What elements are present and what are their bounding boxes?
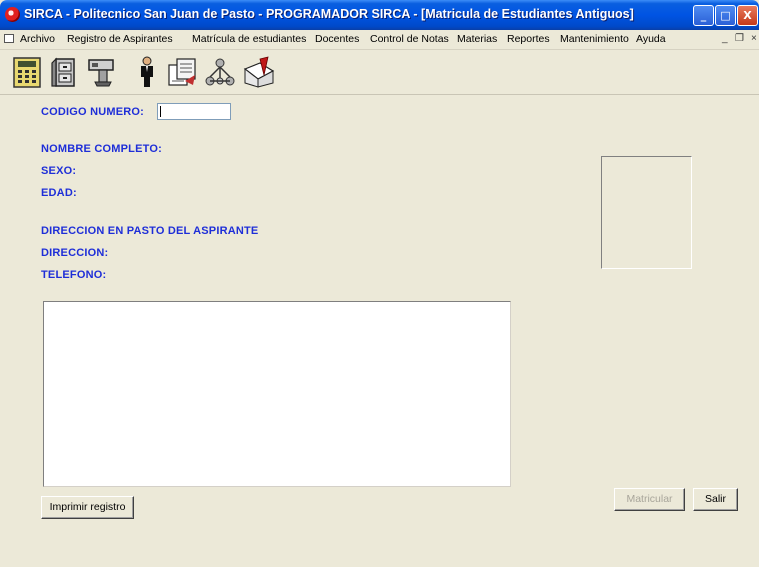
telefono-label: TELEFONO:	[41, 269, 107, 281]
sexo-label: SEXO:	[41, 165, 77, 177]
record-text-area[interactable]	[43, 301, 511, 487]
menu-reportes[interactable]: Reportes	[507, 33, 550, 45]
calculator-icon[interactable]	[10, 55, 44, 89]
menu-control-notas[interactable]: Control de Notas	[370, 33, 449, 45]
menu-ayuda[interactable]: Ayuda	[636, 33, 666, 45]
mdi-minimize-button[interactable]: _	[722, 33, 728, 44]
photo-frame	[601, 156, 692, 269]
codigo-numero-input[interactable]	[157, 103, 231, 120]
minimize-button[interactable]: _	[693, 5, 714, 26]
nombre-completo-label: NOMBRE COMPLETO:	[41, 143, 162, 155]
maximize-button[interactable]: □	[715, 5, 736, 26]
codigo-numero-label: CODIGO NUMERO:	[41, 106, 145, 118]
person-icon[interactable]	[130, 55, 164, 89]
matricular-button[interactable]: Matricular	[614, 488, 685, 511]
mdi-child-icon[interactable]	[4, 34, 14, 43]
menu-archivo[interactable]: Archivo	[20, 33, 55, 45]
documents-icon[interactable]	[165, 55, 199, 89]
file-cabinet-icon[interactable]	[48, 55, 82, 89]
salir-button[interactable]: Salir	[693, 488, 738, 511]
menu-matricula-estudiantes[interactable]: Matrícula de estudiantes	[192, 33, 306, 45]
direccion-section-label: DIRECCION EN PASTO DEL ASPIRANTE	[41, 225, 259, 237]
menu-materias[interactable]: Materias	[457, 33, 497, 45]
mdi-restore-button[interactable]: ❐	[735, 33, 744, 44]
edit-document-icon[interactable]	[242, 55, 276, 89]
app-icon[interactable]	[5, 7, 20, 22]
menu-docentes[interactable]: Docentes	[315, 33, 359, 45]
title-bar[interactable]: SIRCA - Politecnico San Juan de Pasto - …	[0, 0, 759, 30]
menu-registro-aspirantes[interactable]: Registro de Aspirantes	[67, 33, 173, 45]
imprimir-registro-button[interactable]: Imprimir registro	[41, 496, 134, 519]
edad-label: EDAD:	[41, 187, 77, 199]
network-icon[interactable]	[203, 55, 237, 89]
projector-icon[interactable]	[85, 55, 119, 89]
window-title: SIRCA - Politecnico San Juan de Pasto - …	[24, 7, 634, 21]
toolbar	[0, 50, 759, 95]
direccion-label: DIRECCION:	[41, 247, 109, 259]
close-button[interactable]: X	[737, 5, 758, 26]
menu-mantenimiento[interactable]: Mantenimiento	[560, 33, 629, 45]
mdi-close-button[interactable]: ×	[751, 33, 757, 44]
menu-bar: Archivo Registro de Aspirantes Matrícula…	[0, 30, 759, 50]
